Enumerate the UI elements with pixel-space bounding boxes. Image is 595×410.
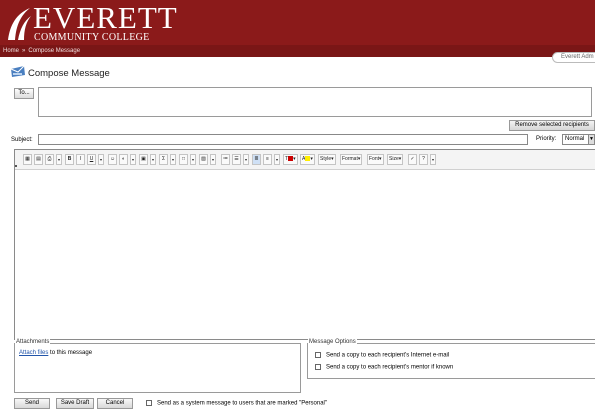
media-dropdown-icon[interactable]: ▾ [210,154,216,165]
picture-dropdown-icon[interactable]: ▾ [150,154,156,165]
breadcrumb-current: Compose Message [28,48,81,54]
attach-files-link[interactable]: Attach files [19,350,48,356]
chevron-down-icon: ▼ [588,135,594,144]
mentor-copy-checkbox[interactable] [315,364,321,370]
image-icon[interactable]: ◐ [119,154,128,165]
college-logo-mark-icon [8,8,31,40]
format-dropdown[interactable]: Format▾ [340,154,363,165]
italic-icon[interactable]: I [76,154,85,165]
message-options-section: Message Options Send a copy to each reci… [307,339,595,379]
logo-wordmark: EVERETT [33,0,178,35]
bold-icon[interactable]: B [65,154,74,165]
toolbar-collapse-handle[interactable] [15,165,17,167]
list-dropdown-icon[interactable]: ▾ [243,154,249,165]
compose-envelope-icon [10,65,25,77]
editor-toolbar: ▦ ▤ ⎙ ▾ B I U ▾ ☺ ◐ ▾ ▣ ▾ Σ ▾ □ ▾ ▧ ▾ ≔ … [15,150,595,170]
to-button[interactable]: To... [14,88,34,99]
style-dropdown[interactable]: Style▾ [318,154,336,165]
help-dropdown-icon[interactable]: ▾ [430,154,436,165]
option-mentor-copy[interactable]: Send a copy to each recipient's mentor i… [315,364,453,371]
priority-select[interactable]: Normal ▼ [562,134,595,145]
box-icon[interactable]: □ [179,154,188,165]
print-dropdown-icon[interactable]: ▾ [56,154,62,165]
breadcrumb-bar: Home» Compose Message [0,45,595,57]
size-dropdown[interactable]: Size▾ [387,154,404,165]
remove-recipients-button[interactable]: Remove selected recipients [509,120,595,131]
font-color-icon[interactable]: T ▾ [283,154,298,165]
highlight-color-swatch [305,156,311,162]
email-copy-label: Send a copy to each recipient's Internet… [326,352,450,359]
site-header: EVERETT COMMUNITY COLLEGE [0,0,595,45]
size-dropdown-label: Size [389,156,399,162]
page-title: Compose Message [28,68,110,79]
align-dropdown-icon[interactable]: ▾ [274,154,280,165]
justify-icon[interactable]: ≡ [263,154,272,165]
attachments-text: Attach files to this message [19,350,92,356]
breadcrumb-home-link[interactable]: Home [3,48,19,54]
unordered-list-icon[interactable]: ☰ [232,154,241,165]
system-message-label: Send as a system message to users that a… [157,400,328,407]
priority-label: Priority: [536,136,557,142]
user-menu-tab[interactable]: Everett Adm [552,52,595,63]
message-options-legend: Message Options [308,339,357,345]
align-icon[interactable]: ≣ [252,154,261,165]
system-message-option[interactable]: Send as a system message to users that a… [146,400,327,407]
message-editor: ▦ ▤ ⎙ ▾ B I U ▾ ☺ ◐ ▾ ▣ ▾ Σ ▾ □ ▾ ▧ ▾ ≔ … [14,149,595,340]
box-dropdown-icon[interactable]: ▾ [190,154,196,165]
spellcheck-icon[interactable]: ✓ [408,154,417,165]
style-dropdown-label: Style [320,156,332,162]
ordered-list-icon[interactable]: ≔ [221,154,230,165]
email-copy-checkbox[interactable] [315,352,321,358]
mentor-copy-label: Send a copy to each recipient's mentor i… [326,364,454,371]
attachments-legend: Attachments [15,339,51,345]
picture-icon[interactable]: ▣ [139,154,148,165]
option-email-copy[interactable]: Send a copy to each recipient's Internet… [315,352,449,359]
media-icon[interactable]: ▧ [199,154,208,165]
message-body-editor[interactable] [15,171,595,339]
send-button[interactable]: Send [14,398,50,409]
recipients-list[interactable] [38,87,592,117]
text-style-dropdown-icon[interactable]: ▾ [98,154,104,165]
image-dropdown-icon[interactable]: ▾ [130,154,136,165]
symbol-icon[interactable]: Σ [159,154,168,165]
breadcrumb-separator: » [22,48,26,54]
priority-value: Normal [565,136,585,142]
breadcrumb: Home» Compose Message [3,47,80,55]
help-icon[interactable]: ? [419,154,428,165]
font-dropdown[interactable]: Font▾ [367,154,384,165]
attachments-section: Attachments Attach files to this message [14,339,301,393]
system-message-checkbox[interactable] [146,400,152,406]
emoticon-icon[interactable]: ☺ [108,154,117,165]
save-draft-button[interactable]: Save Draft [56,398,94,409]
subject-input[interactable] [38,134,528,145]
font-color-swatch [288,156,294,162]
save-icon[interactable]: ▤ [34,154,43,165]
underline-icon[interactable]: U [87,154,96,165]
highlight-color-icon[interactable]: A ▾ [300,154,315,165]
print-icon[interactable]: ⎙ [45,154,54,165]
font-dropdown-label: Font [369,156,380,162]
symbol-dropdown-icon[interactable]: ▾ [170,154,176,165]
insert-table-icon[interactable]: ▦ [23,154,32,165]
logo-subtitle: COMMUNITY COLLEGE [34,32,150,43]
subject-label: Subject: [11,137,33,143]
attachments-suffix: to this message [48,350,93,356]
cancel-button[interactable]: Cancel [97,398,133,409]
format-dropdown-label: Format [342,156,358,162]
